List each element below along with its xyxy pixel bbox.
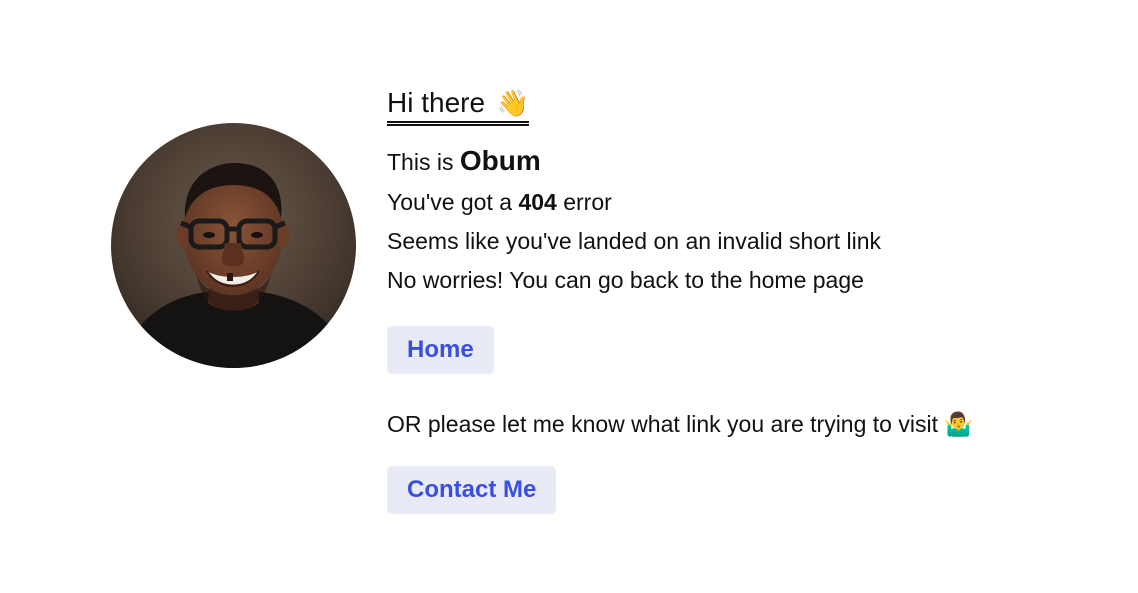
greeting-heading: Hi there 👋 <box>387 86 530 126</box>
shrugging-person-icon: 🤷‍♂️ <box>944 411 973 437</box>
error-page: Hi there 👋 This is Obum You've got a 404… <box>0 0 1138 593</box>
home-button[interactable]: Home <box>387 326 494 374</box>
contact-me-button[interactable]: Contact Me <box>387 466 557 514</box>
author-name: Obum <box>459 145 541 176</box>
intro-prefix: This is <box>387 149 454 175</box>
error-code: 404 <box>518 189 557 215</box>
profile-photo <box>111 123 356 368</box>
or-message-text: OR please let me know what link you are … <box>387 411 938 437</box>
avatar <box>111 123 356 368</box>
error-prefix: You've got a <box>387 189 513 215</box>
or-message: OR please let me know what link you are … <box>387 405 1107 444</box>
waving-hand-icon: 👋 <box>496 88 530 118</box>
intro-line: This is Obum <box>387 140 1107 183</box>
message-panel: Hi there 👋 This is Obum You've got a 404… <box>387 86 1107 514</box>
error-suffix: error <box>563 189 612 215</box>
go-back-message: No worries! You can go back to the home … <box>387 267 864 293</box>
error-line: You've got a 404 error <box>387 183 1107 222</box>
greeting-text: Hi there <box>387 87 486 118</box>
invalid-link-message: Seems like you've landed on an invalid s… <box>387 228 882 254</box>
